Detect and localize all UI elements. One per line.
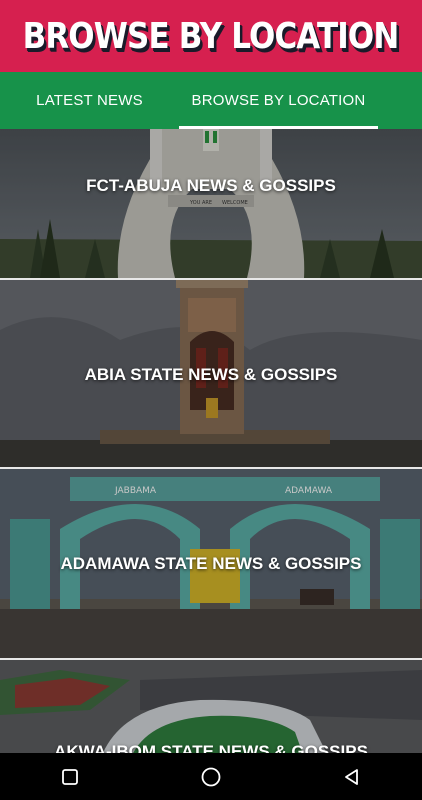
back-button[interactable] — [332, 757, 372, 797]
card-title: ABIA STATE NEWS & GOSSIPS — [84, 365, 338, 384]
recent-apps-button[interactable] — [50, 757, 90, 797]
location-card-abia[interactable]: ABIA STATE NEWS & GOSSIPS — [0, 280, 422, 467]
triangle-back-icon — [344, 768, 358, 785]
card-title: AKWA-IBOM STATE NEWS & GOSSIPS — [54, 742, 368, 753]
tab-bar: LATEST NEWS BROWSE BY LOCATION — [0, 72, 422, 129]
system-navigation-bar — [0, 753, 422, 800]
tab-latest-news-label: LATEST NEWS — [36, 92, 143, 109]
tab-latest-news[interactable]: LATEST NEWS — [0, 72, 179, 129]
location-card-fct-abuja[interactable]: YOU ARE WELCOME FCT-ABUJA NEWS & GOSSIPS — [0, 129, 422, 278]
home-button[interactable] — [191, 757, 231, 797]
akwa-ibom-stadium-image — [0, 660, 422, 753]
tab-browse-by-location[interactable]: BROWSE BY LOCATION — [179, 72, 378, 129]
header-title: BROWSE BY LOCATION — [23, 15, 400, 57]
circle-icon — [201, 767, 221, 786]
app-header: BROWSE BY LOCATION — [0, 0, 422, 72]
card-title: FCT-ABUJA NEWS & GOSSIPS — [86, 176, 336, 195]
location-card-adamawa[interactable]: JABBAMA ADAMAWA ADAMAWA STATE NEWS & GOS… — [0, 469, 422, 658]
location-card-akwa-ibom[interactable]: AKWA-IBOM STATE NEWS & GOSSIPS — [0, 660, 422, 753]
tab-browse-by-location-label: BROWSE BY LOCATION — [191, 92, 366, 109]
location-list[interactable]: YOU ARE WELCOME FCT-ABUJA NEWS & GOSSIPS — [0, 129, 422, 753]
card-title: ADAMAWA STATE NEWS & GOSSIPS — [60, 554, 362, 573]
abuja-gate-image: YOU ARE WELCOME — [0, 129, 422, 278]
square-icon — [62, 768, 79, 785]
